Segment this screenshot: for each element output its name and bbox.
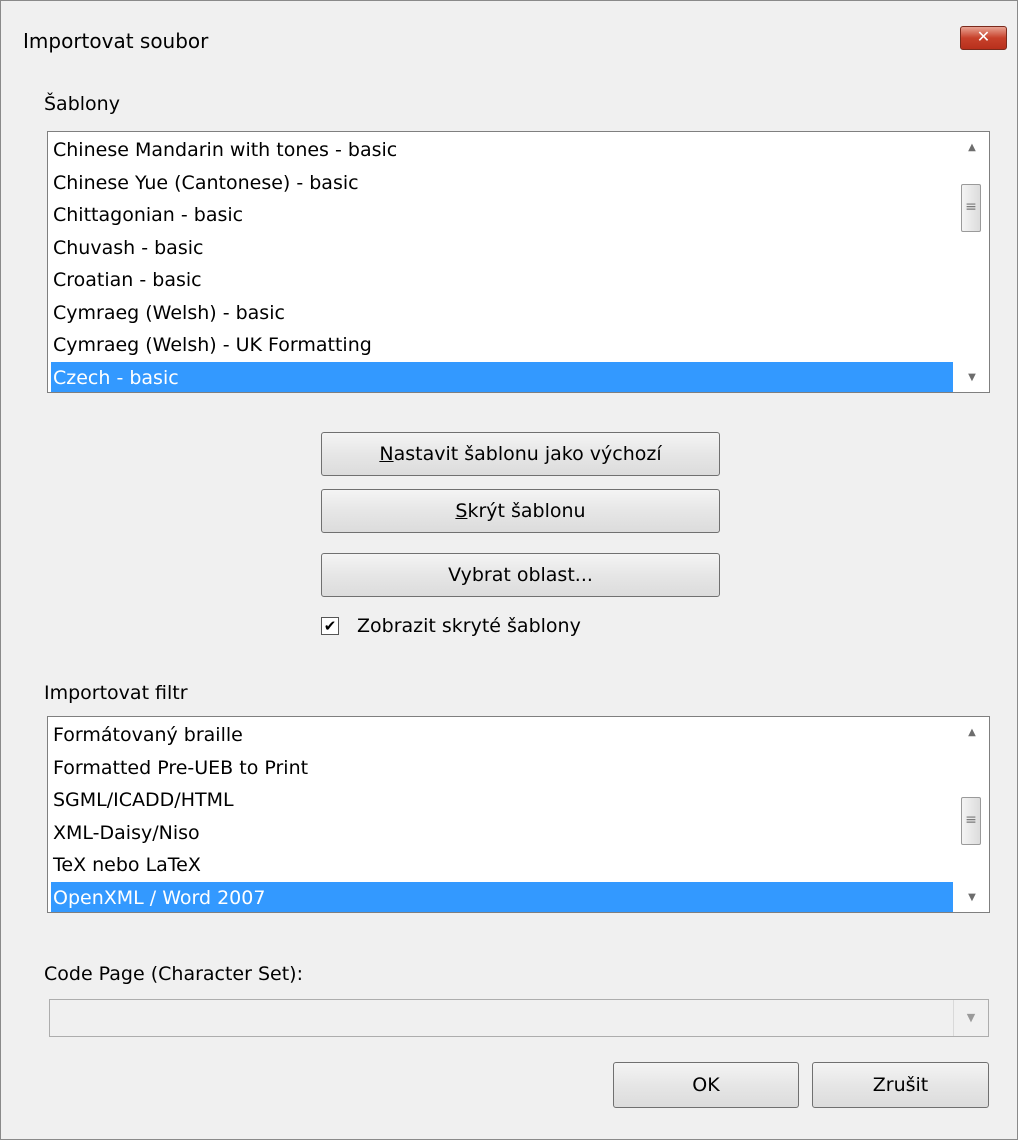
show-hidden-checkbox[interactable]: ✔ — [321, 617, 339, 635]
list-item[interactable]: Chinese Yue (Cantonese) - basic — [51, 167, 953, 200]
scroll-down-icon[interactable]: ▼ — [955, 886, 989, 910]
grip-icon: ≡ — [965, 199, 977, 215]
list-item[interactable]: Cymraeg (Welsh) - basic — [51, 297, 953, 330]
list-item[interactable]: Formátovaný braille — [51, 719, 953, 752]
close-icon: ✕ — [976, 27, 991, 46]
filters-list-items: Formátovaný braille Formatted Pre-UEB to … — [51, 719, 953, 912]
chevron-down-icon[interactable]: ▼ — [953, 1000, 988, 1036]
templates-scrollbar[interactable]: ▲ ≡ ▼ — [955, 132, 989, 392]
cancel-button[interactable]: Zrušit — [812, 1062, 989, 1108]
list-item[interactable]: Croatian - basic — [51, 264, 953, 297]
filters-label: Importovat filtr — [44, 682, 188, 704]
scroll-up-icon[interactable]: ▲ — [955, 136, 989, 160]
scroll-thumb[interactable]: ≡ — [961, 797, 981, 845]
filters-listbox[interactable]: Formátovaný braille Formatted Pre-UEB to … — [47, 716, 990, 913]
templates-list-items: Chinese Mandarin with tones - basic Chine… — [51, 134, 953, 392]
scroll-down-icon[interactable]: ▼ — [955, 366, 989, 390]
scroll-thumb[interactable]: ≡ — [961, 184, 981, 232]
grip-icon: ≡ — [965, 812, 977, 828]
hide-template-button[interactable]: Skrýt šablonu — [321, 489, 720, 533]
button-label: krýt šablonu — [467, 500, 586, 522]
list-item[interactable]: Czech - basic — [51, 361, 953, 392]
templates-label: Šablony — [44, 93, 120, 115]
accel-key: N — [379, 443, 394, 465]
list-item[interactable]: TeX nebo LaTeX — [51, 849, 953, 882]
list-item[interactable]: Formatted Pre-UEB to Print — [51, 752, 953, 785]
checkmark-icon: ✔ — [323, 617, 337, 635]
title-bar[interactable]: Importovat soubor ✕ — [1, 1, 1017, 71]
codepage-label: Code Page (Character Set): — [44, 963, 303, 985]
set-default-template-button[interactable]: Nastavit šablonu jako výchozí — [321, 432, 720, 476]
import-dialog: Importovat soubor ✕ Šablony Chinese Mand… — [0, 0, 1018, 1140]
filters-scrollbar[interactable]: ▲ ≡ ▼ — [955, 717, 989, 912]
ok-button[interactable]: OK — [613, 1062, 799, 1108]
list-item[interactable]: Chinese Mandarin with tones - basic — [51, 134, 953, 167]
button-label: astavit šablonu jako výchozí — [393, 443, 662, 465]
close-button[interactable]: ✕ — [960, 26, 1007, 50]
list-item[interactable]: Chuvash - basic — [51, 232, 953, 265]
select-area-button[interactable]: Vybrat oblast... — [321, 553, 720, 597]
show-hidden-label[interactable]: Zobrazit skryté šablony — [357, 615, 581, 637]
button-label: Zrušit — [872, 1074, 929, 1096]
button-label: OK — [692, 1074, 720, 1096]
list-item[interactable]: OpenXML / Word 2007 — [51, 881, 953, 912]
list-item[interactable]: SGML/ICADD/HTML — [51, 784, 953, 817]
codepage-combobox[interactable]: ▼ — [49, 999, 989, 1037]
list-item[interactable]: XML-Daisy/Niso — [51, 817, 953, 850]
dialog-title: Importovat soubor — [23, 29, 209, 53]
accel-key: S — [455, 500, 468, 522]
list-item[interactable]: Cymraeg (Welsh) - UK Formatting — [51, 329, 953, 362]
button-label: Vybrat oblast... — [448, 564, 593, 586]
list-item[interactable]: Chittagonian - basic — [51, 199, 953, 232]
scroll-up-icon[interactable]: ▲ — [955, 721, 989, 745]
templates-listbox[interactable]: Chinese Mandarin with tones - basic Chine… — [47, 131, 990, 393]
